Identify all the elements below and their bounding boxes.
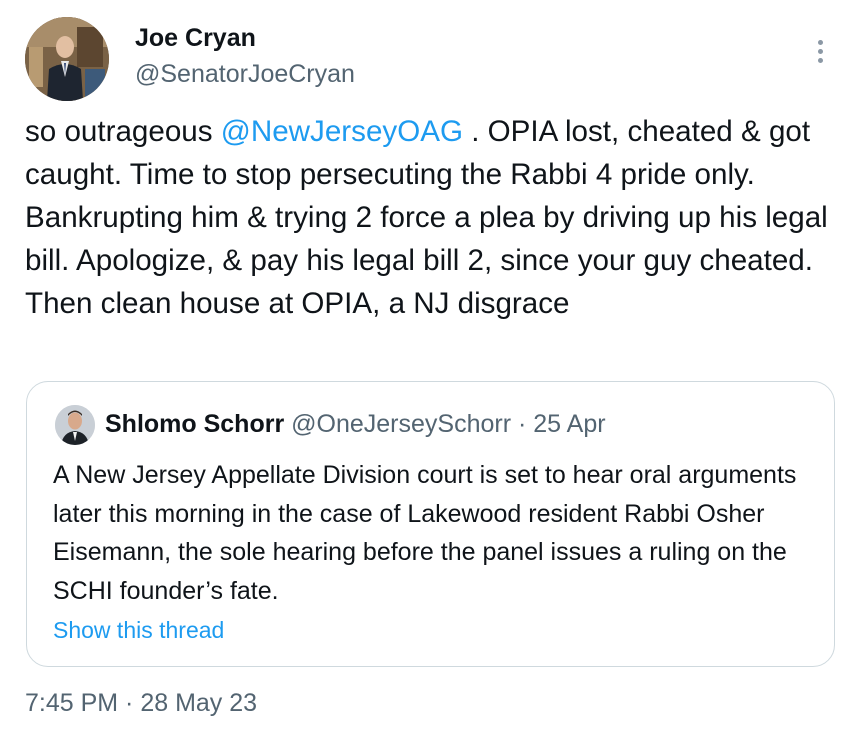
more-options-button[interactable] <box>806 34 834 68</box>
vertical-ellipsis-icon <box>817 39 823 45</box>
vertical-ellipsis-icon <box>817 57 823 63</box>
author-avatar[interactable] <box>25 17 109 101</box>
tweet-text-start: so outrageous <box>25 115 221 148</box>
quoted-text: A New Jersey Appellate Division court is… <box>53 461 797 605</box>
dot-separator: · <box>511 410 534 438</box>
mention-link[interactable]: @NewJerseyOAG <box>221 115 463 148</box>
tweet-timestamp[interactable]: 7:45 PM · 28 May 23 <box>25 687 257 719</box>
author-name[interactable]: Joe Cryan <box>135 22 256 54</box>
quoted-author-handle[interactable]: @OneJerseySchorr <box>291 410 511 438</box>
quoted-date[interactable]: 25 Apr <box>533 410 605 438</box>
vertical-ellipsis-icon <box>817 48 823 54</box>
tweet-text: so outrageous @NewJerseyOAG . OPIA lost,… <box>25 110 840 325</box>
author-handle[interactable]: @SenatorJoeCryan <box>135 58 355 90</box>
show-thread-link[interactable]: Show this thread <box>53 615 224 645</box>
profile-photo-icon <box>25 17 109 101</box>
quoted-author-name[interactable]: Shlomo Schorr <box>105 410 284 438</box>
quoted-tweet-card[interactable]: Shlomo Schorr @OneJerseySchorr · 25 Apr … <box>26 381 835 667</box>
quoted-header: Shlomo Schorr @OneJerseySchorr · 25 Apr <box>105 408 606 440</box>
quoted-author-avatar[interactable] <box>55 405 95 445</box>
profile-photo-icon <box>55 405 95 445</box>
